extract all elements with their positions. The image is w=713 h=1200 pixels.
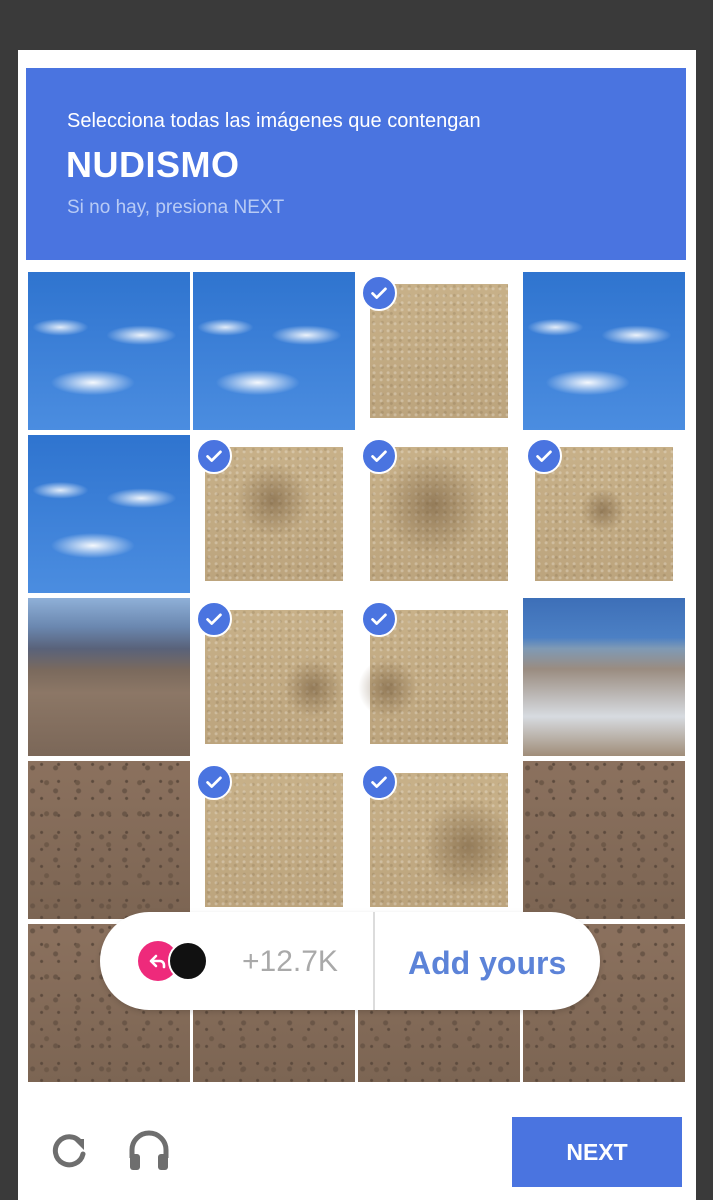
selected-check-icon [361, 275, 397, 311]
headphones-icon[interactable] [126, 1128, 172, 1174]
grid-tile-1[interactable] [28, 272, 190, 430]
target-keyword: NUDISMO [66, 144, 240, 185]
grid-tile-12[interactable] [523, 598, 685, 756]
next-button[interactable]: NEXT [512, 1117, 682, 1187]
grid-tile-5[interactable] [28, 435, 190, 593]
add-yours-sticker[interactable]: +12.7K Add yours [100, 912, 600, 1010]
grid-tile-16[interactable] [523, 761, 685, 919]
participant-count: +12.7K [242, 945, 338, 978]
grid-tile-2[interactable] [193, 272, 355, 430]
selected-check-icon [361, 601, 397, 637]
captcha-header: Selecciona todas las imágenes que conten… [26, 68, 686, 260]
sticker-divider [373, 912, 375, 1010]
instruction-text: Selecciona todas las imágenes que conten… [67, 110, 481, 132]
grid-tile-13[interactable] [28, 761, 190, 919]
selected-check-icon [361, 764, 397, 800]
selected-check-icon [361, 438, 397, 474]
add-yours-button[interactable]: Add yours [408, 945, 566, 982]
selected-check-icon [196, 764, 232, 800]
hint-text: Si no hay, presiona NEXT [67, 197, 285, 218]
selected-check-icon [196, 601, 232, 637]
avatar [168, 941, 208, 981]
selected-check-icon [196, 438, 232, 474]
reload-icon[interactable] [46, 1128, 92, 1174]
selected-check-icon [526, 438, 562, 474]
grid-tile-4[interactable] [523, 272, 685, 430]
grid-tile-9[interactable] [28, 598, 190, 756]
